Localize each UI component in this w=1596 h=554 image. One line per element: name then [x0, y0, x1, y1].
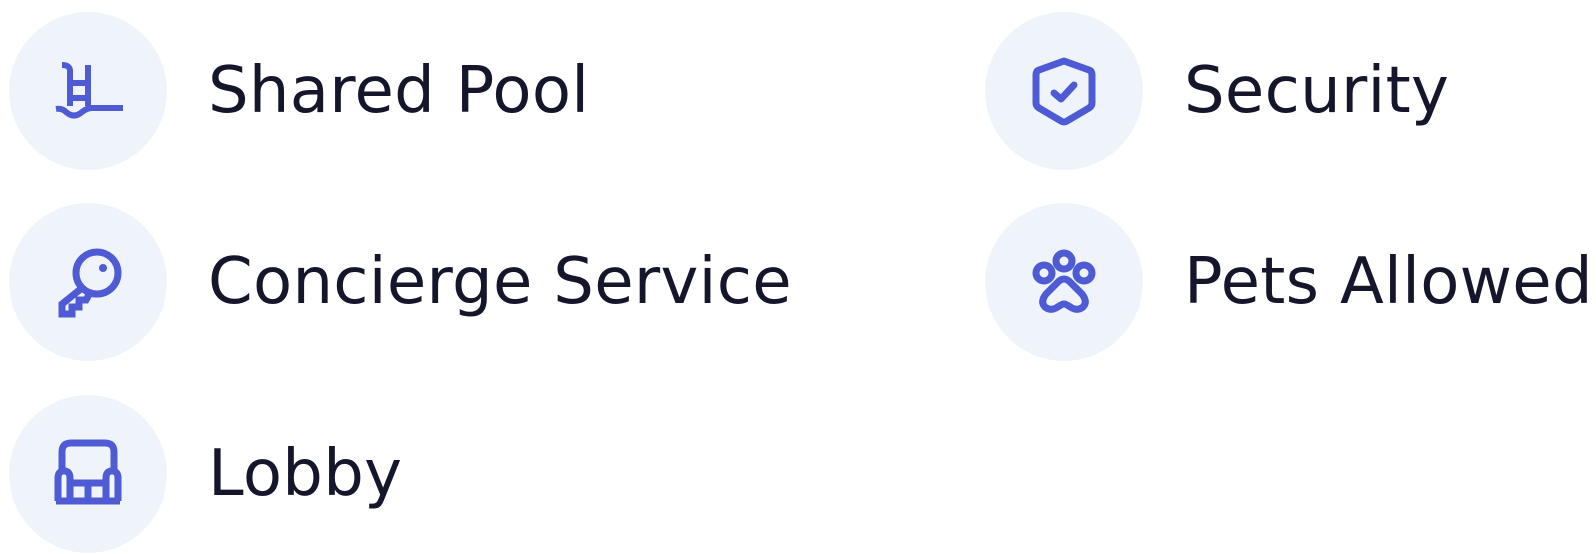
- amenity-icon-circle: [9, 12, 167, 170]
- amenity-shared-pool: Shared Pool: [9, 11, 589, 171]
- amenity-lobby: Lobby: [9, 394, 402, 554]
- amenity-concierge-service: Concierge Service: [9, 202, 792, 362]
- amenity-security: Security: [985, 11, 1449, 171]
- shield-check-icon: [1032, 57, 1096, 126]
- amenity-label: Shared Pool: [208, 54, 590, 128]
- amenity-icon-circle: [9, 203, 167, 361]
- sofa-icon: [54, 439, 122, 505]
- amenity-pets-allowed: Pets Allowed: [985, 202, 1593, 362]
- amenity-label: Pets Allowed: [1184, 245, 1593, 319]
- amenity-icon-circle: [985, 203, 1143, 361]
- pool-icon: [55, 62, 123, 119]
- amenity-label: Security: [1184, 54, 1450, 128]
- amenity-icon-circle: [9, 395, 167, 553]
- paw-icon: [1032, 249, 1096, 313]
- amenity-icon-circle: [985, 12, 1143, 170]
- key-icon: [58, 248, 122, 318]
- amenity-label: Lobby: [208, 437, 403, 511]
- amenity-label: Concierge Service: [208, 245, 792, 319]
